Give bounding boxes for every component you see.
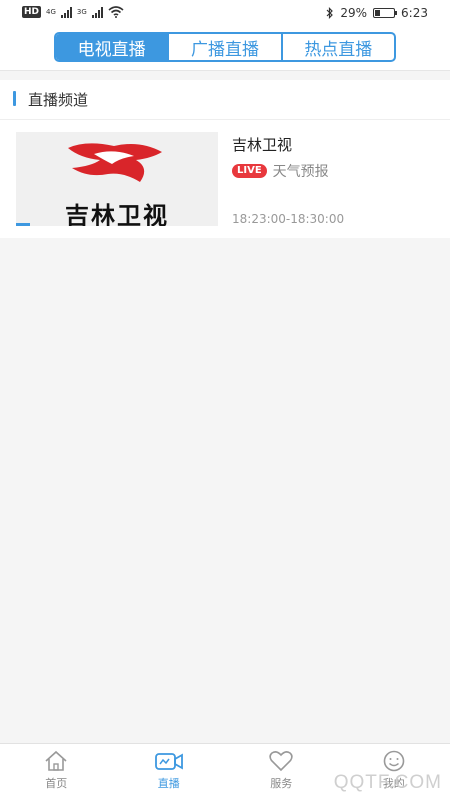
wifi-icon xyxy=(108,6,124,18)
video-camera-icon xyxy=(154,753,183,770)
battery-icon xyxy=(373,8,398,18)
channel-thumbnail[interactable]: 吉林卫视 xyxy=(16,132,218,226)
section-header: 直播频道 xyxy=(0,80,450,120)
top-header: 电视直播 广播直播 热点直播 xyxy=(0,26,450,71)
program-title: 天气预报 xyxy=(272,164,329,180)
hd-badge: HD xyxy=(22,6,42,18)
tab-hot-live[interactable]: 热点直播 xyxy=(280,34,394,60)
smiley-icon xyxy=(383,750,405,772)
nav-mine-label: 我的 xyxy=(382,777,405,790)
tab-tv-live[interactable]: 电视直播 xyxy=(56,34,168,60)
nav-live[interactable]: 直播 xyxy=(113,744,226,800)
nav-mine[interactable]: 我的 xyxy=(338,744,450,800)
clock: 6:23 xyxy=(401,6,428,20)
signal-icon-2 xyxy=(91,6,103,18)
thumbnail-progress-indicator xyxy=(16,223,30,226)
thumbnail-channel-text: 吉林卫视 xyxy=(65,202,169,226)
live-program-row: LIVE 天气预报 xyxy=(232,161,329,181)
channel-name[interactable]: 吉林卫视 xyxy=(232,134,292,155)
nav-home-label: 首页 xyxy=(45,777,68,790)
jilin-tv-logo-icon xyxy=(68,143,162,182)
section-title: 直播频道 xyxy=(28,91,89,109)
nav-home[interactable]: 首页 xyxy=(0,744,113,800)
network-type-2: 3G xyxy=(76,7,87,16)
section-accent-bar xyxy=(13,91,16,106)
program-time: 18:23:00-18:30:00 xyxy=(232,212,345,226)
live-badge: LIVE xyxy=(232,164,267,178)
status-bar: HD 4G 3G 29% 6:23 xyxy=(0,0,450,26)
signal-icon xyxy=(60,6,72,18)
nav-service-label: 服务 xyxy=(270,777,293,790)
network-type-1: 4G xyxy=(46,7,56,16)
nav-live-label: 直播 xyxy=(157,777,180,790)
home-icon xyxy=(45,750,67,771)
battery-percent: 29% xyxy=(340,6,368,20)
nav-service[interactable]: 服务 xyxy=(225,744,338,800)
channel-card[interactable]: 吉林卫视 吉林卫视 LIVE 天气预报 18:23:00-18:30:00 xyxy=(0,120,450,238)
bottom-nav: 首页 直播 服务 我的 xyxy=(0,743,450,800)
bluetooth-icon xyxy=(326,7,334,19)
heart-icon xyxy=(269,751,293,772)
live-type-tabs: 电视直播 广播直播 热点直播 xyxy=(54,32,396,62)
tab-radio-live[interactable]: 广播直播 xyxy=(167,34,280,60)
